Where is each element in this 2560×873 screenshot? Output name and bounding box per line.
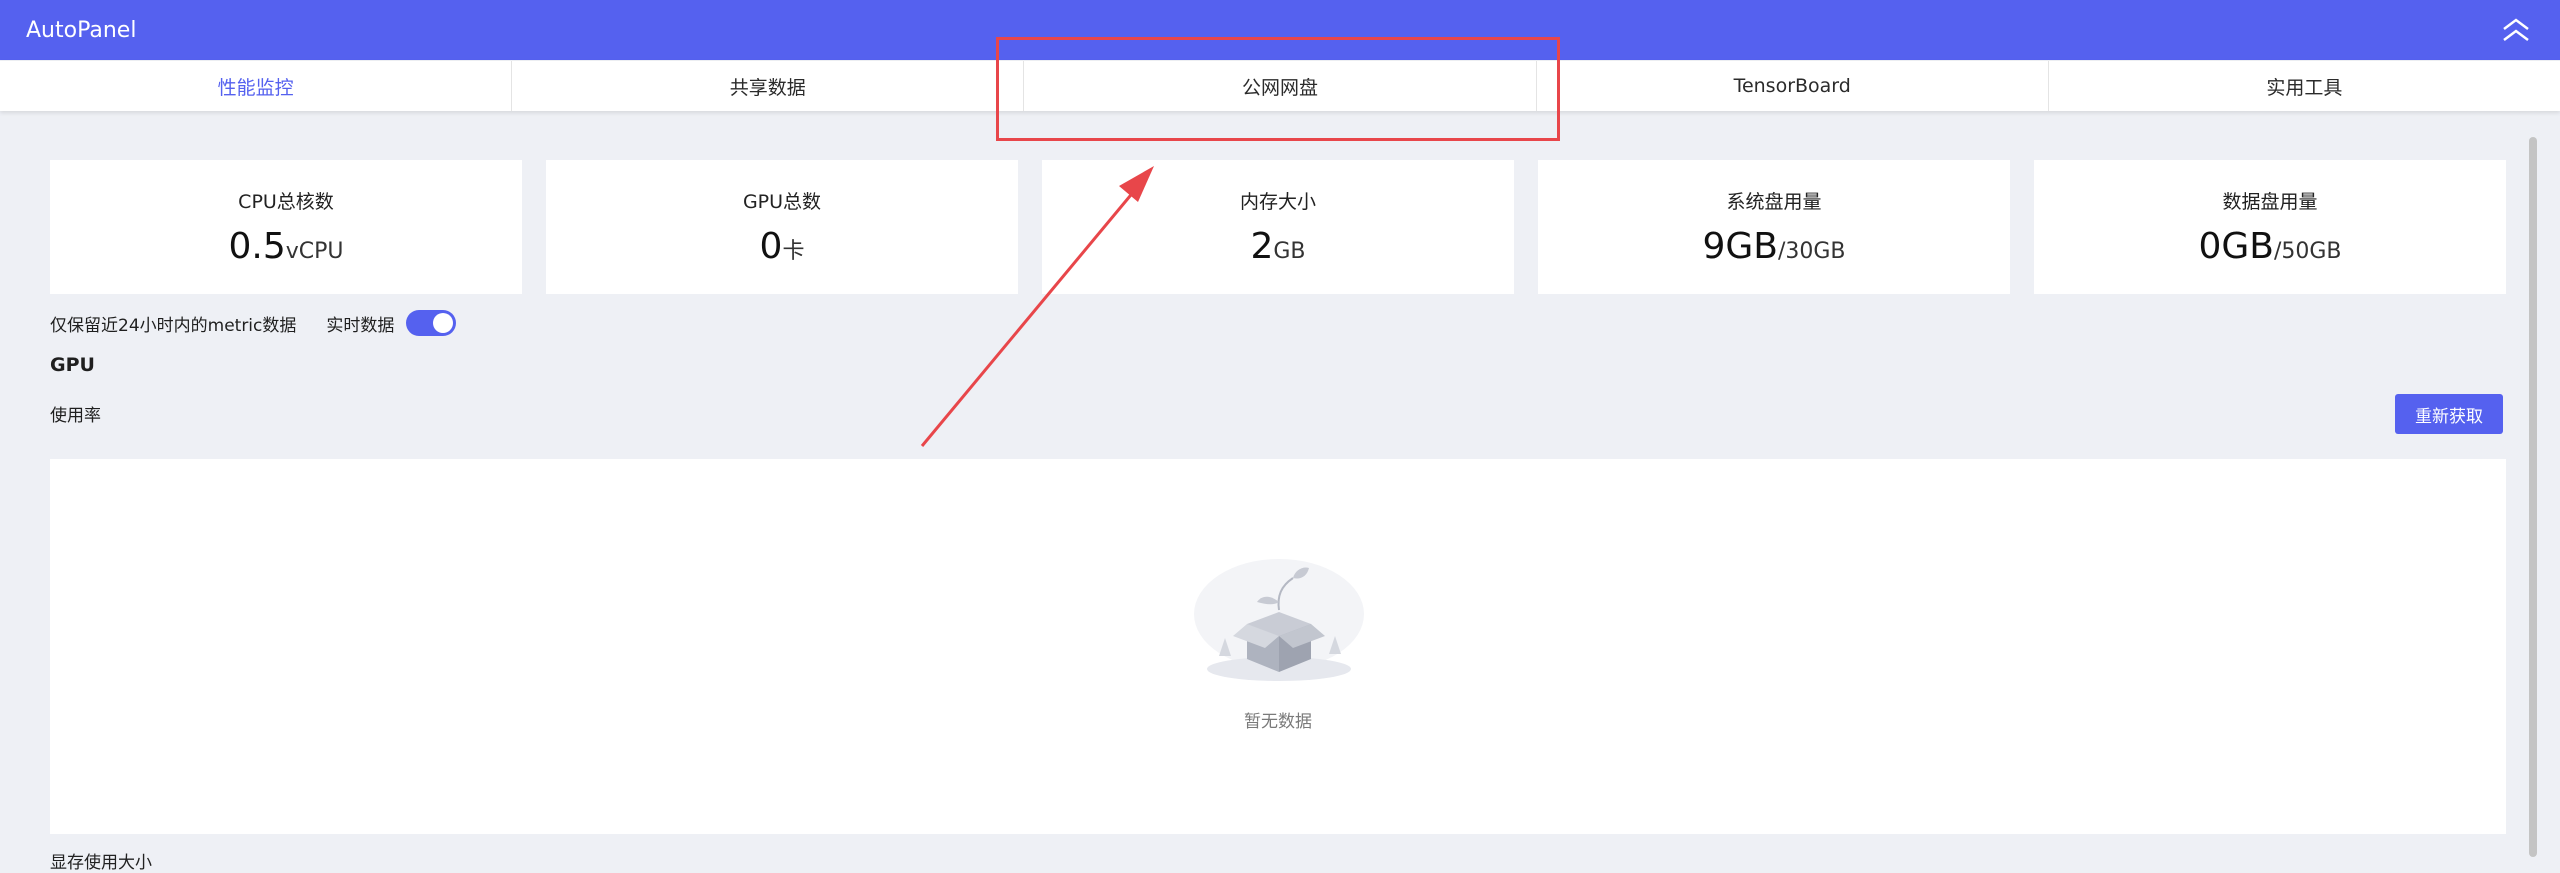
stat-card-data-disk: 数据盘用量 0GB/50GB	[2034, 160, 2506, 294]
stat-label: GPU总数	[742, 191, 822, 213]
stat-unit: vCPU	[285, 239, 344, 264]
app-title: AutoPanel	[26, 17, 137, 43]
empty-state-text: 暂无数据	[1244, 712, 1312, 732]
tab-performance-monitor[interactable]: 性能监控	[0, 61, 513, 111]
double-chevron-up-icon	[2503, 18, 2529, 41]
annotation-highlight-box	[996, 37, 1560, 141]
usage-label: 使用率	[50, 406, 101, 426]
tab-tensorboard[interactable]: TensorBoard	[1537, 61, 2049, 111]
tab-shared-data[interactable]: 共享数据	[512, 61, 1025, 111]
stat-value: 0卡	[760, 226, 805, 267]
realtime-label: 实时数据	[326, 315, 395, 336]
stat-label: 内存大小	[1239, 191, 1316, 213]
memory-usage-label: 显存使用大小	[50, 853, 152, 873]
collapse-button[interactable]	[2498, 12, 2534, 48]
tab-label: TensorBoard	[1733, 75, 1851, 97]
empty-box-icon	[1194, 559, 1364, 681]
tab-label: 性能监控	[217, 76, 294, 99]
toggle-knob	[433, 313, 454, 333]
stat-label: 数据盘用量	[2222, 191, 2318, 213]
stat-value: 0.5 vCPU	[228, 226, 343, 267]
stat-value: 9GB/30GB	[1702, 226, 1845, 267]
tab-label: 实用工具	[2266, 76, 2343, 99]
refresh-button[interactable]: 重新获取	[2395, 394, 2503, 434]
stat-value: 2 GB	[1250, 226, 1305, 267]
stat-value: 0GB/50GB	[2198, 226, 2341, 267]
stat-card-memory: 内存大小 2 GB	[1042, 160, 1514, 294]
scrollbar-thumb[interactable]	[2529, 137, 2537, 857]
stat-card-gpu: GPU总数 0卡	[546, 160, 1018, 294]
stat-number: 2	[1250, 226, 1274, 267]
stat-number: 9GB	[1702, 226, 1778, 267]
stat-unit: 卡	[782, 239, 805, 264]
gpu-section-title: GPU	[50, 354, 95, 376]
stat-unit: GB	[1273, 239, 1306, 264]
stat-number: 0.5	[228, 226, 286, 267]
gpu-usage-chart-panel: 暂无数据	[50, 459, 2506, 834]
stat-number: 0	[759, 226, 783, 267]
stat-unit: /50GB	[2273, 239, 2342, 264]
metrics-options-row: 仅保留近24小时内的metric数据 实时数据	[50, 310, 457, 336]
stat-label: 系统盘用量	[1726, 191, 1822, 213]
retention-note: 仅保留近24小时内的metric数据	[50, 315, 297, 336]
stat-card-system-disk: 系统盘用量 9GB/30GB	[1538, 160, 2010, 294]
tab-utilities[interactable]: 实用工具	[2049, 61, 2560, 111]
stat-number: 0GB	[2198, 226, 2274, 267]
stats-row: CPU总核数 0.5 vCPU GPU总数 0卡 内存大小 2 GB 系统盘用量 9…	[50, 160, 2506, 294]
stat-label: CPU总核数	[238, 191, 334, 213]
stat-unit: /30GB	[1777, 239, 1846, 264]
stat-card-cpu: CPU总核数 0.5 vCPU	[50, 160, 522, 294]
realtime-toggle[interactable]	[406, 310, 457, 336]
tab-label: 共享数据	[729, 76, 806, 99]
